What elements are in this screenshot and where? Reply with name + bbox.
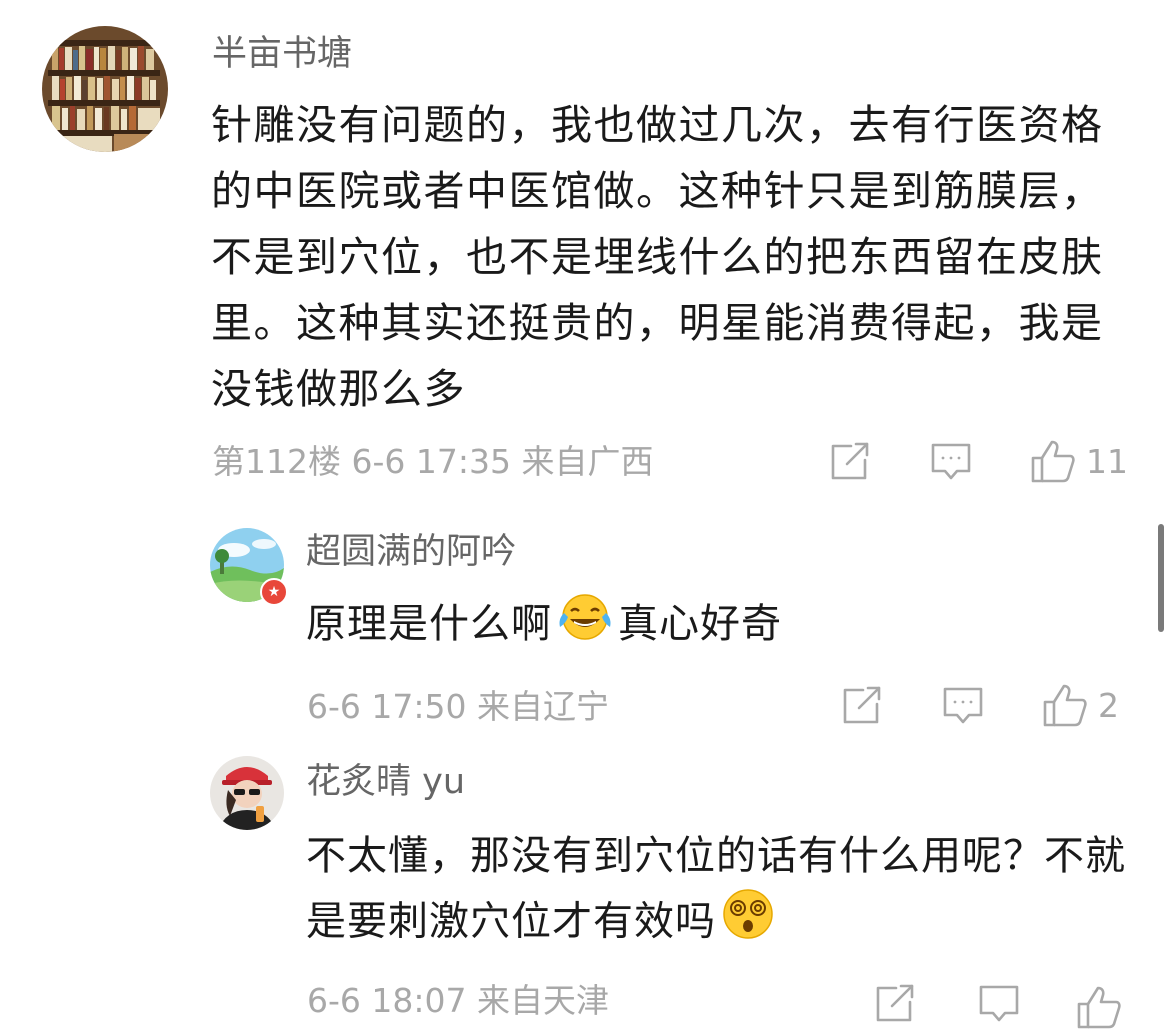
share-button[interactable] — [874, 984, 916, 1024]
comment-icon — [979, 985, 1019, 1022]
like-button[interactable]: 11 — [1030, 438, 1128, 484]
reply-button[interactable] — [978, 984, 1020, 1024]
comment-text-part: 原理是什么啊 — [306, 601, 552, 647]
comment-1: 半亩书塘 针雕没有问题的，我也做过几次，去有行医资格的中医院或者中医馆做。这种针… — [0, 0, 1170, 500]
comment-3: 花炙晴 yu 不太懂，那没有到穴位的话有什么用呢？不就是要刺激穴位才有效吗 6-… — [0, 740, 1170, 1036]
thumbs-up-icon — [1031, 440, 1075, 483]
username[interactable]: 半亩书塘 — [212, 32, 352, 76]
scrollbar[interactable] — [1158, 524, 1164, 632]
comment-text: 针雕没有问题的，我也做过几次，去有行医资格的中医院或者中医馆做。这种针只是到筋膜… — [211, 101, 1104, 413]
like-count: 2 — [1098, 685, 1119, 725]
like-button[interactable] — [1076, 984, 1122, 1030]
reply-button[interactable] — [942, 686, 984, 726]
comment-text-part: 真心好奇 — [618, 601, 782, 647]
thumbs-up-icon — [1077, 986, 1121, 1029]
comment-text: 原理是什么啊 真心好奇 — [306, 592, 1126, 660]
verified-badge-icon: ★ — [260, 578, 288, 606]
laughing-crying-emoji-icon — [556, 593, 614, 660]
share-icon — [876, 984, 914, 1022]
comment-meta: 6-6 18:07 来自天津 — [307, 981, 609, 1020]
comment-text: 不太懂，那没有到穴位的话有什么用呢？不就是要刺激穴位才有效吗 — [306, 824, 1136, 959]
like-button[interactable]: 2 — [1042, 682, 1119, 728]
reply-button[interactable] — [930, 442, 972, 482]
comment-icon — [931, 443, 971, 480]
comment-meta: 6-6 17:50 来自辽宁 — [307, 687, 609, 726]
share-button[interactable] — [829, 442, 871, 482]
share-icon — [831, 442, 869, 480]
username[interactable]: 超圆满的阿吟 — [306, 530, 516, 574]
avatar[interactable] — [210, 756, 284, 830]
username[interactable]: 花炙晴 yu — [306, 760, 465, 804]
thumbs-up-icon — [1043, 684, 1087, 727]
comment-meta: 第112楼 6-6 17:35 来自广西 — [212, 442, 654, 481]
comment-2: ★ 超圆满的阿吟 原理是什么啊 真心好奇 6-6 17:50 来自辽宁 2 — [0, 500, 1170, 740]
dizzy-face-emoji-icon — [720, 888, 776, 959]
comment-icon — [943, 687, 983, 724]
share-icon — [843, 686, 881, 724]
comment-text-part: 不太懂，那没有到穴位的话有什么用呢？不就是要刺激穴位才有效吗 — [306, 833, 1126, 945]
like-count: 11 — [1086, 441, 1128, 481]
share-button[interactable] — [841, 686, 883, 726]
avatar[interactable] — [42, 26, 168, 152]
